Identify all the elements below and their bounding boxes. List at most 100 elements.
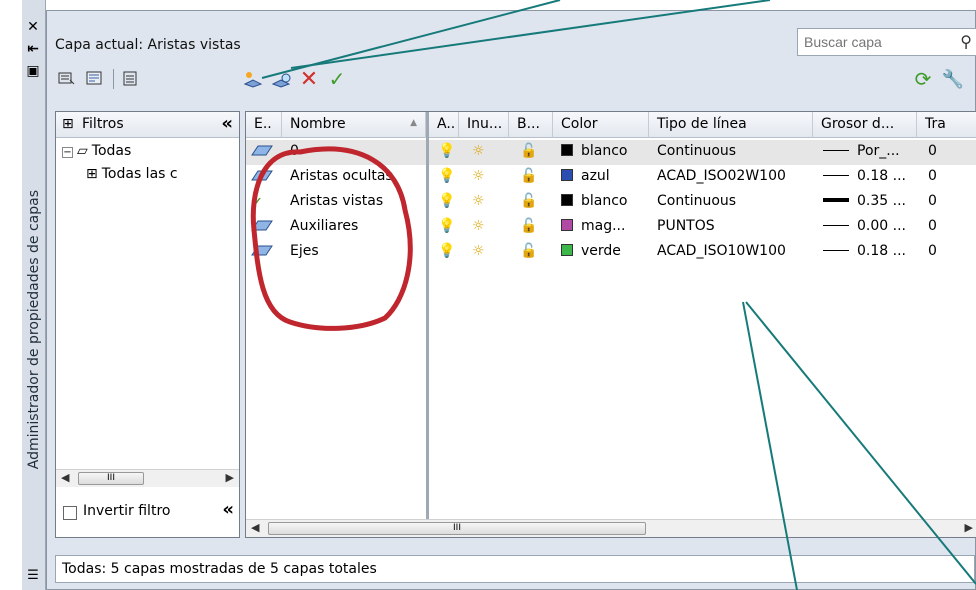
layer-lineweight[interactable]: 0.35 ...	[823, 193, 906, 209]
layer-states-icon[interactable]	[119, 67, 143, 91]
refresh-icon[interactable]: ⟳	[911, 67, 935, 91]
layer-lineweight[interactable]: 0.18 ...	[823, 168, 906, 184]
layer-row[interactable]: Auxiliares 💡 ☼ 🔓 mag... PUNTOS 0.00 ... 0	[246, 215, 976, 240]
layer-status-icon[interactable]	[250, 143, 274, 161]
layer-transparency[interactable]: 0	[928, 143, 937, 159]
thaw-sun-icon[interactable]: ☼	[472, 168, 485, 184]
search-box[interactable]: ⚲	[797, 28, 976, 56]
layer-color[interactable]: verde	[561, 243, 621, 259]
layer-name[interactable]: Aristas ocultas	[290, 168, 393, 184]
layer-linetype[interactable]: Continuous	[657, 193, 736, 209]
current-layer-icon[interactable]: ✓	[250, 193, 263, 212]
layer-name[interactable]: 0	[290, 143, 299, 159]
layer-linetype[interactable]: ACAD_ISO10W100	[657, 243, 786, 259]
thaw-sun-icon[interactable]: ☼	[472, 243, 485, 259]
unlock-icon[interactable]: 🔓	[520, 243, 537, 259]
invert-filter-checkbox[interactable]	[63, 506, 77, 520]
on-bulb-icon[interactable]: 💡	[438, 168, 455, 184]
expand-icon[interactable]: −	[62, 147, 73, 158]
layer-transparency[interactable]: 0	[928, 193, 937, 209]
new-layer-frozen-icon[interactable]	[269, 67, 293, 91]
collapse-filters-icon[interactable]: «	[221, 113, 233, 134]
layer-row[interactable]: 0 💡 ☼ 🔓 blanco Continuous Por_... 0	[246, 140, 976, 165]
layer-lineweight[interactable]: 0.00 ...	[823, 218, 906, 234]
filter-icon: ⊞	[62, 116, 74, 132]
layer-linetype[interactable]: Continuous	[657, 143, 736, 159]
properties-icon[interactable]: ▣	[24, 62, 42, 80]
column-header-status[interactable]: E..	[246, 112, 282, 138]
unlock-icon[interactable]: 🔓	[520, 168, 537, 184]
scroll-left-icon[interactable]: ◀	[251, 521, 259, 534]
layer-status-icon[interactable]	[250, 243, 274, 261]
color-swatch	[561, 219, 573, 231]
layer-row[interactable]: ✓ Aristas vistas 💡 ☼ 🔓 blanco Continuous 0.35 .…	[246, 190, 976, 215]
new-filter-icon[interactable]	[55, 67, 79, 91]
layer-transparency[interactable]: 0	[928, 168, 937, 184]
layer-lineweight[interactable]: Por_...	[823, 143, 900, 159]
layer-name[interactable]: Ejes	[290, 243, 319, 259]
new-layer-icon[interactable]	[241, 67, 265, 91]
close-icon[interactable]: ✕	[24, 18, 42, 36]
unlock-icon[interactable]: 🔓	[520, 143, 537, 159]
layer-name[interactable]: Aristas vistas	[290, 193, 383, 209]
thaw-sun-icon[interactable]: ☼	[472, 218, 485, 234]
column-header-lineweight[interactable]: Grosor d...	[813, 112, 917, 138]
column-header-color[interactable]: Color	[553, 112, 649, 138]
column-header-linetype[interactable]: Tipo de línea	[649, 112, 813, 138]
on-bulb-icon[interactable]: 💡	[438, 243, 455, 259]
lineweight-sample	[823, 225, 849, 226]
layer-linetype[interactable]: PUNTOS	[657, 218, 715, 234]
unlock-icon[interactable]: 🔓	[520, 218, 537, 234]
color-swatch	[561, 144, 573, 156]
filters-hscrollbar[interactable]: ◀ III ▶	[56, 469, 239, 487]
layer-lineweight[interactable]: 0.18 ...	[823, 243, 906, 259]
delete-layer-icon[interactable]: ✕	[297, 67, 321, 92]
new-group-filter-icon[interactable]	[83, 67, 107, 91]
layer-color[interactable]: azul	[561, 168, 610, 184]
layer-manager-window: Capa actual: Aristas vistas ⚲ ✕ ✓ ⟳ 🔧 ⊞ …	[46, 10, 976, 590]
layer-color[interactable]: blanco	[561, 193, 628, 209]
layer-color[interactable]: mag...	[561, 218, 625, 234]
column-header-transparency[interactable]: Tra	[917, 112, 976, 138]
set-current-icon[interactable]: ✓	[325, 67, 349, 91]
column-header-freeze[interactable]: Inu...	[459, 112, 509, 138]
layers-hscrollbar[interactable]: ◀ III ▶	[246, 519, 976, 537]
layer-name[interactable]: Auxiliares	[290, 218, 358, 234]
search-input[interactable]	[804, 30, 934, 54]
layer-status-icon[interactable]	[250, 218, 274, 236]
layer-color[interactable]: blanco	[561, 143, 628, 159]
autohide-icon[interactable]: ⇤	[24, 40, 42, 58]
scroll-thumb[interactable]: III	[78, 472, 144, 485]
thaw-sun-icon[interactable]: ☼	[472, 193, 485, 209]
scroll-right-icon[interactable]: ▶	[226, 471, 234, 484]
status-bar: Todas: 5 capas mostradas de 5 capas tota…	[55, 555, 975, 583]
layer-row[interactable]: Ejes 💡 ☼ 🔓 verde ACAD_ISO10W100 0.18 ... 0	[246, 240, 976, 265]
layer-row[interactable]: Aristas ocultas 💡 ☼ 🔓 azul ACAD_ISO02W100 0.18…	[246, 165, 976, 190]
scroll-right-icon[interactable]: ▶	[965, 521, 973, 534]
column-header-lock[interactable]: B...	[509, 112, 553, 138]
unlock-icon[interactable]: 🔓	[520, 193, 537, 209]
layer-linetype[interactable]: ACAD_ISO02W100	[657, 168, 786, 184]
status-text: Todas: 5 capas mostradas de 5 capas tota…	[62, 561, 377, 577]
scroll-left-icon[interactable]: ◀	[61, 471, 69, 484]
filters-panel: ⊞ Filtros « − ▱ Todas ⊞ Todas las c ◀ III ▶	[55, 111, 240, 538]
column-header-on[interactable]: A..	[429, 112, 459, 138]
search-icon[interactable]: ⚲	[960, 32, 972, 51]
on-bulb-icon[interactable]: 💡	[438, 193, 455, 209]
layer-transparency[interactable]: 0	[928, 218, 937, 234]
scroll-thumb[interactable]: III	[268, 522, 646, 535]
collapse-filters-bottom-icon[interactable]: «	[222, 499, 234, 520]
thaw-sun-icon[interactable]: ☼	[472, 143, 485, 159]
palette-titlebar[interactable]: ✕ ⇤ ▣ Administrador de propiedades de ca…	[22, 0, 46, 590]
palette-title: Administrador de propiedades de capas	[26, 190, 42, 470]
tree-node-all-used[interactable]: ⊞ Todas las c	[86, 166, 178, 182]
settings-icon[interactable]: 🔧	[941, 67, 965, 91]
toolbar-separator	[113, 69, 114, 89]
tree-node-todas[interactable]: − ▱ Todas	[62, 143, 131, 159]
column-header-name[interactable]: Nombre ▲	[282, 112, 426, 138]
on-bulb-icon[interactable]: 💡	[438, 143, 455, 159]
layer-transparency[interactable]: 0	[928, 243, 937, 259]
current-layer-label: Capa actual: Aristas vistas	[55, 37, 241, 53]
on-bulb-icon[interactable]: 💡	[438, 218, 455, 234]
layer-status-icon[interactable]	[250, 168, 274, 186]
